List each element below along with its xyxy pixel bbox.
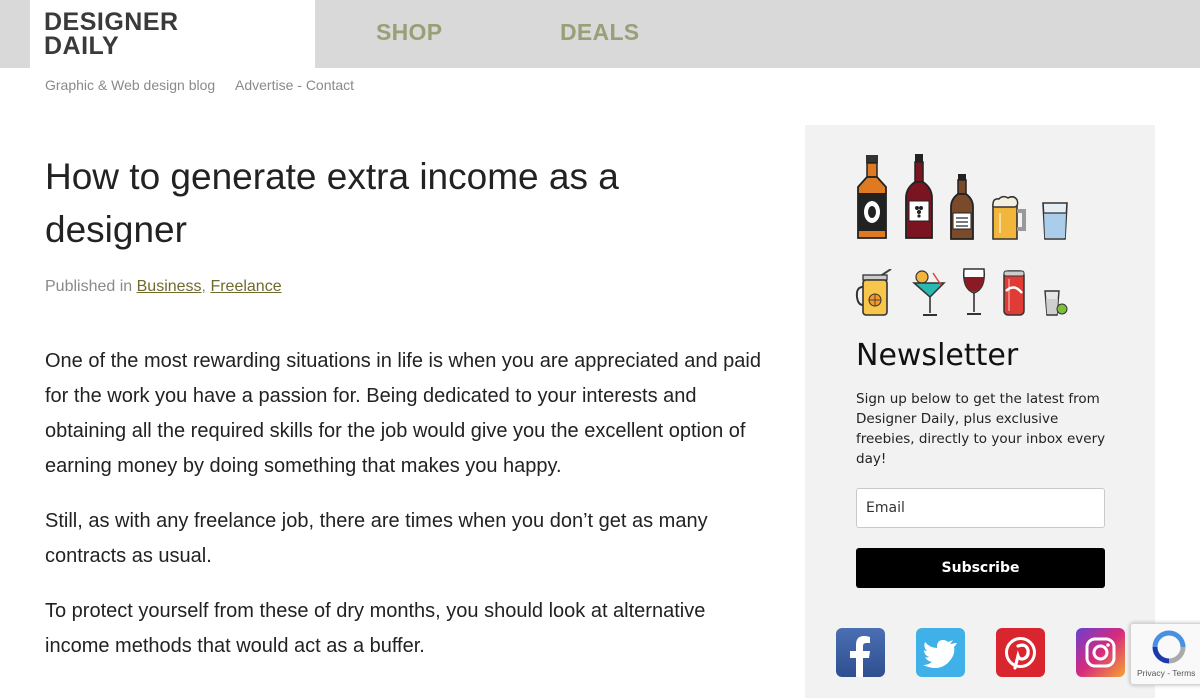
shot-glass-icon: [1044, 290, 1068, 316]
recaptcha-icon: [1152, 630, 1186, 664]
tagline: Graphic & Web design blog: [45, 77, 216, 93]
category-link-business[interactable]: Business: [137, 278, 202, 295]
recaptcha-links: Privacy - Terms: [1137, 668, 1195, 678]
nav-deals[interactable]: DEALS: [560, 19, 639, 46]
article-meta: Published in Business, Freelance: [45, 278, 765, 296]
drinks-row-2: [855, 267, 1115, 317]
article-paragraph: Still, as with any freelance job, there …: [45, 510, 708, 567]
beer-bottle-icon: [950, 174, 974, 240]
drinks-illustration: [855, 153, 1115, 317]
wine-glass-icon: [962, 268, 986, 315]
wine-bottle-icon: [905, 154, 933, 239]
subscribe-button[interactable]: Subscribe: [856, 548, 1105, 588]
site-logo[interactable]: DESIGNER DAILY: [44, 8, 179, 60]
sub-nav-separator: -: [293, 77, 306, 93]
logo-line-2: DAILY: [44, 32, 120, 60]
cocktail-glass-icon: [912, 270, 946, 316]
article-body: One of the most rewarding situations in …: [45, 344, 765, 664]
article-title: How to generate extra income as a design…: [45, 156, 619, 250]
beer-mug-icon: [992, 195, 1026, 240]
facebook-icon[interactable]: [836, 628, 885, 677]
top-bar: DESIGNER DAILY SHOP DEALS: [0, 0, 1200, 68]
lemonade-jar-icon: [855, 269, 892, 316]
newsletter-title: Newsletter: [856, 338, 1019, 373]
logo-line-1: DESIGNER: [44, 8, 179, 36]
category-link-freelance[interactable]: Freelance: [210, 278, 281, 295]
sidebar: Newsletter Sign up below to get the late…: [805, 125, 1155, 698]
instagram-icon[interactable]: [1076, 628, 1125, 677]
recaptcha-terms-link[interactable]: Terms: [1172, 668, 1195, 678]
pinterest-icon[interactable]: [996, 628, 1045, 677]
article-paragraph: To protect yourself from these of dry mo…: [45, 600, 706, 657]
drinks-row-1: [855, 153, 1115, 241]
recaptcha-badge[interactable]: Privacy - Terms: [1130, 623, 1200, 685]
logo-container[interactable]: DESIGNER DAILY: [30, 0, 315, 68]
water-glass-icon: [1042, 202, 1068, 240]
whiskey-bottle-icon: [857, 155, 887, 239]
article-paragraph: One of the most rewarding situations in …: [45, 350, 761, 477]
article: How to generate extra income as a design…: [45, 150, 765, 684]
contact-link[interactable]: Contact: [306, 77, 354, 93]
published-prefix: Published in: [45, 278, 137, 295]
sub-nav-links: Advertise - Contact: [235, 77, 354, 93]
recaptcha-privacy-link[interactable]: Privacy: [1137, 668, 1165, 678]
soda-can-icon: [1003, 270, 1025, 316]
twitter-icon[interactable]: [916, 628, 965, 677]
advertise-link[interactable]: Advertise: [235, 77, 293, 93]
nav-shop[interactable]: SHOP: [376, 19, 442, 46]
email-input[interactable]: [856, 488, 1105, 528]
newsletter-description: Sign up below to get the latest from Des…: [856, 391, 1106, 467]
